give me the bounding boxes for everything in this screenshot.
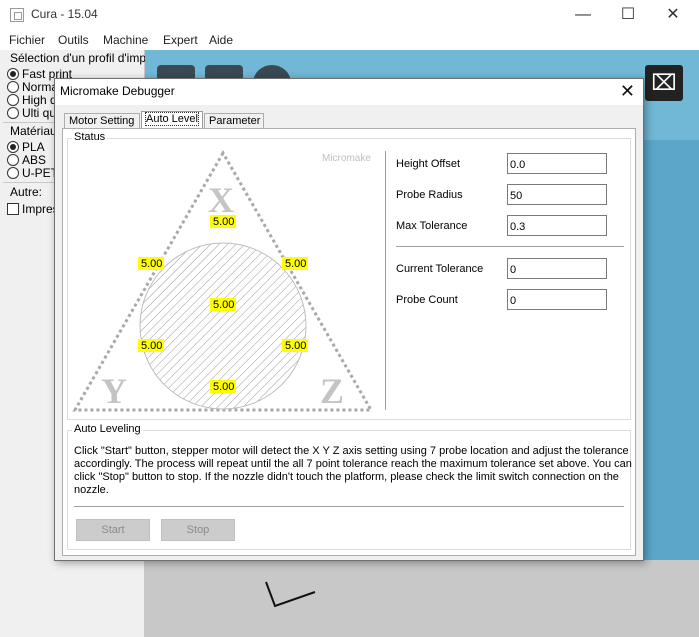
profile-option-normal[interactable]: Norma <box>7 80 58 94</box>
auto-leveling-description: Click "Start" button, stepper motor will… <box>74 445 632 496</box>
minimize-button[interactable]: — <box>560 0 606 30</box>
height-offset-input[interactable] <box>507 153 607 174</box>
material-heading: Matériau <box>10 124 57 138</box>
current-tolerance-label: Current Tolerance <box>396 263 484 275</box>
cura-title-bar: Cura - 15.04 — ☐ ✕ <box>0 0 699 30</box>
svg-text:5.00: 5.00 <box>285 258 306 270</box>
radio-icon[interactable] <box>7 94 19 106</box>
profile-heading: Sélection d'un profil d'impres <box>10 51 163 65</box>
dialog-close-button[interactable]: ✕ <box>620 81 635 102</box>
probe-point-upper-left: 5.00 <box>138 257 164 270</box>
radio-selected-icon[interactable] <box>7 141 19 153</box>
svg-text:5.00: 5.00 <box>213 299 234 311</box>
probe-point-lower-left: 5.00 <box>138 339 164 352</box>
svg-text:5.00: 5.00 <box>213 381 234 393</box>
probe-point-upper-right: 5.00 <box>282 257 308 270</box>
maximize-button[interactable]: ☐ <box>605 0 651 30</box>
tower-z-label: Z <box>320 371 344 411</box>
max-tolerance-input[interactable] <box>507 215 607 236</box>
svg-text:5.00: 5.00 <box>213 216 234 228</box>
other-print-checkbox[interactable]: Impres <box>7 202 59 216</box>
checkbox-icon[interactable] <box>7 203 19 215</box>
probe-count-input[interactable] <box>507 289 607 310</box>
stop-button[interactable]: Stop <box>161 519 235 541</box>
svg-text:5.00: 5.00 <box>141 340 162 352</box>
menu-aide[interactable]: Aide <box>209 33 233 47</box>
profile-option-ulti-quality[interactable]: Ulti qu <box>7 106 56 120</box>
menu-bar: Fichier Outils Machine Expert Aide <box>0 30 699 50</box>
menu-fichier[interactable]: Fichier <box>9 33 45 47</box>
menu-outils[interactable]: Outils <box>58 33 89 47</box>
close-button[interactable]: ✕ <box>650 0 696 30</box>
material-option-upet[interactable]: U-PET <box>7 166 58 180</box>
radio-icon[interactable] <box>7 167 19 179</box>
radio-icon[interactable] <box>7 81 19 93</box>
buttons-divider <box>74 506 624 507</box>
micromake-watermark: Micromake <box>322 153 371 164</box>
build-platform-edge <box>644 140 699 560</box>
axis-indicator-icon <box>265 581 316 608</box>
radio-selected-icon[interactable] <box>7 68 19 80</box>
height-offset-label: Height Offset <box>396 158 460 170</box>
probe-count-label: Probe Count <box>396 294 458 306</box>
status-divider <box>385 151 386 410</box>
auto-leveling-group-title: Auto Leveling <box>72 423 143 435</box>
tower-y-label: Y <box>101 371 127 411</box>
probe-point-bottom: 5.00 <box>210 380 236 393</box>
probe-point-center: 5.00 <box>210 298 236 311</box>
menu-machine[interactable]: Machine <box>103 33 148 47</box>
tower-x-label: X <box>208 180 234 220</box>
other-heading: Autre: <box>10 185 43 199</box>
dialog-title: Micromake Debugger <box>60 84 175 98</box>
auto-level-panel: Status Micromake X Y Z 5.00 5.00 5.00 5.… <box>62 128 636 556</box>
probe-map: Micromake X Y Z 5.00 5.00 5.00 5.00 5.00… <box>72 149 374 412</box>
cura-window-title: Cura - 15.04 <box>31 7 98 21</box>
radio-icon[interactable] <box>7 154 19 166</box>
max-tolerance-label: Max Tolerance <box>396 220 468 232</box>
status-group-title: Status <box>72 131 108 143</box>
probe-point-top: 5.00 <box>210 215 236 228</box>
svg-text:5.00: 5.00 <box>141 258 162 270</box>
probe-radius-input[interactable] <box>507 184 607 205</box>
svg-text:5.00: 5.00 <box>285 340 306 352</box>
dialog-title-bar: Micromake Debugger ✕ <box>55 79 643 105</box>
probe-radius-label: Probe Radius <box>396 189 463 201</box>
start-button[interactable]: Start <box>76 519 150 541</box>
material-option-abs[interactable]: ABS <box>7 153 46 167</box>
probe-point-lower-right: 5.00 <box>282 339 308 352</box>
view-mode-icon[interactable]: ⌧ <box>645 65 683 101</box>
cura-app-icon <box>10 8 24 22</box>
fields-divider <box>396 246 624 247</box>
micromake-debugger-dialog: Micromake Debugger ✕ Motor Setting Auto … <box>54 78 644 561</box>
material-option-pla[interactable]: PLA <box>7 140 45 154</box>
current-tolerance-input[interactable] <box>507 258 607 279</box>
menu-expert[interactable]: Expert <box>163 33 198 47</box>
radio-icon[interactable] <box>7 107 19 119</box>
